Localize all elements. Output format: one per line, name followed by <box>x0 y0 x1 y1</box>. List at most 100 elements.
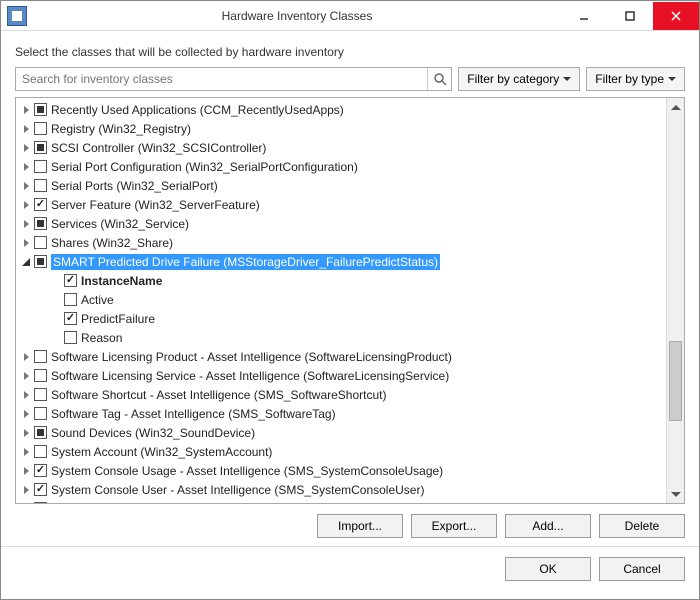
checkbox[interactable] <box>34 141 47 154</box>
expander-closed-icon[interactable] <box>20 446 32 458</box>
expander-closed-icon[interactable] <box>20 427 32 439</box>
checkbox[interactable] <box>34 217 47 230</box>
tree-item-label: SMART Predicted Drive Failure (MSStorage… <box>51 255 440 269</box>
expander-closed-icon[interactable] <box>20 142 32 154</box>
scroll-thumb[interactable] <box>669 341 682 421</box>
tree-item-label: Server Feature (Win32_ServerFeature) <box>51 198 260 212</box>
tree-item[interactable]: Software Shortcut - Asset Intelligence (… <box>16 385 666 404</box>
search-box <box>15 67 452 91</box>
tree-item-label: Shares (Win32_Share) <box>51 236 173 250</box>
expander-closed-icon[interactable] <box>20 465 32 477</box>
checkbox[interactable] <box>34 369 47 382</box>
checkbox[interactable] <box>34 445 47 458</box>
expander-closed-icon[interactable] <box>20 503 32 504</box>
add-button[interactable]: Add... <box>505 514 591 538</box>
checkbox[interactable] <box>34 350 47 363</box>
tree-item[interactable]: Sound Devices (Win32_SoundDevice) <box>16 423 666 442</box>
expander-closed-icon[interactable] <box>20 237 32 249</box>
cancel-button[interactable]: Cancel <box>599 557 685 581</box>
tree-child-item[interactable]: Active <box>16 290 666 309</box>
tree-item[interactable]: Services (Win32_Service) <box>16 214 666 233</box>
minimize-button[interactable] <box>561 2 607 30</box>
checkbox[interactable] <box>64 293 77 306</box>
expander-closed-icon[interactable] <box>20 351 32 363</box>
expander-closed-icon[interactable] <box>20 484 32 496</box>
tree-item-label: Serial Port Configuration (Win32_SerialP… <box>51 160 358 174</box>
tree-item[interactable]: SCSI Controller (Win32_SCSIController) <box>16 138 666 157</box>
checkbox[interactable] <box>34 198 47 211</box>
tree-item[interactable]: Registry (Win32_Registry) <box>16 119 666 138</box>
tree-child-item[interactable]: Reason <box>16 328 666 347</box>
expander-closed-icon[interactable] <box>20 104 32 116</box>
expander-closed-icon[interactable] <box>20 161 32 173</box>
tree-item[interactable]: Serial Ports (Win32_SerialPort) <box>16 176 666 195</box>
close-button[interactable] <box>653 2 699 30</box>
tree-item[interactable]: Software Licensing Service - Asset Intel… <box>16 366 666 385</box>
content-area: Select the classes that will be collecte… <box>1 31 699 599</box>
app-icon <box>7 6 27 26</box>
checkbox[interactable] <box>34 122 47 135</box>
dialog-button-row: OK Cancel <box>15 547 685 585</box>
delete-button[interactable]: Delete <box>599 514 685 538</box>
action-button-row: Import... Export... Add... Delete <box>15 504 685 542</box>
tree-item-label: Software Licensing Service - Asset Intel… <box>51 369 449 383</box>
expander-open-icon[interactable] <box>20 256 32 268</box>
filter-type-button[interactable]: Filter by type <box>586 67 685 91</box>
titlebar[interactable]: Hardware Inventory Classes <box>1 1 699 31</box>
ok-button[interactable]: OK <box>505 557 591 581</box>
tree-item[interactable]: SMART Predicted Drive Failure (MSStorage… <box>16 252 666 271</box>
scrollbar[interactable] <box>666 98 684 503</box>
tree-item-label: Software Shortcut - Asset Intelligence (… <box>51 388 386 402</box>
expander-closed-icon[interactable] <box>20 218 32 230</box>
tree-item[interactable]: Server Feature (Win32_ServerFeature) <box>16 195 666 214</box>
import-button[interactable]: Import... <box>317 514 403 538</box>
checkbox[interactable] <box>34 407 47 420</box>
tree-child-item[interactable]: InstanceName <box>16 271 666 290</box>
window-title: Hardware Inventory Classes <box>33 9 561 23</box>
tree-item-label: Registry (Win32_Registry) <box>51 122 191 136</box>
expander-closed-icon[interactable] <box>20 199 32 211</box>
checkbox[interactable] <box>34 179 47 192</box>
checkbox[interactable] <box>34 255 47 268</box>
tree-child-item[interactable]: PredictFailure <box>16 309 666 328</box>
class-tree[interactable]: Recently Used Applications (CCM_Recently… <box>16 98 666 503</box>
expander-closed-icon[interactable] <box>20 408 32 420</box>
tree-item-label: Software Licensing Product - Asset Intel… <box>51 350 452 364</box>
tree-item-label: System Devices (CCM_SystemDevices) <box>51 502 265 504</box>
tree-item[interactable]: Serial Port Configuration (Win32_SerialP… <box>16 157 666 176</box>
tree-item[interactable]: Software Licensing Product - Asset Intel… <box>16 347 666 366</box>
tree-item[interactable]: Recently Used Applications (CCM_Recently… <box>16 100 666 119</box>
checkbox[interactable] <box>64 274 77 287</box>
scroll-down-button[interactable] <box>667 485 684 503</box>
expander-closed-icon[interactable] <box>20 370 32 382</box>
checkbox[interactable] <box>64 331 77 344</box>
search-input[interactable] <box>16 68 427 90</box>
tree-item-label: Services (Win32_Service) <box>51 217 189 231</box>
checkbox[interactable] <box>34 464 47 477</box>
export-button[interactable]: Export... <box>411 514 497 538</box>
tree-item-label: System Account (Win32_SystemAccount) <box>51 445 272 459</box>
filter-category-button[interactable]: Filter by category <box>458 67 580 91</box>
expander-closed-icon[interactable] <box>20 180 32 192</box>
checkbox[interactable] <box>34 483 47 496</box>
tree-item[interactable]: System Console Usage - Asset Intelligenc… <box>16 461 666 480</box>
checkbox[interactable] <box>34 388 47 401</box>
tree-item[interactable]: Software Tag - Asset Intelligence (SMS_S… <box>16 404 666 423</box>
scroll-up-button[interactable] <box>667 98 684 116</box>
tree-item-label: System Console User - Asset Intelligence… <box>51 483 424 497</box>
tree-item[interactable]: System Account (Win32_SystemAccount) <box>16 442 666 461</box>
tree-child-label: Active <box>81 293 114 307</box>
checkbox[interactable] <box>34 426 47 439</box>
checkbox[interactable] <box>34 502 47 503</box>
checkbox[interactable] <box>34 103 47 116</box>
expander-closed-icon[interactable] <box>20 389 32 401</box>
checkbox[interactable] <box>34 160 47 173</box>
search-icon[interactable] <box>427 68 451 90</box>
expander-closed-icon[interactable] <box>20 123 32 135</box>
checkbox[interactable] <box>64 312 77 325</box>
tree-item[interactable]: System Devices (CCM_SystemDevices) <box>16 499 666 503</box>
checkbox[interactable] <box>34 236 47 249</box>
tree-item[interactable]: System Console User - Asset Intelligence… <box>16 480 666 499</box>
tree-item[interactable]: Shares (Win32_Share) <box>16 233 666 252</box>
maximize-button[interactable] <box>607 2 653 30</box>
